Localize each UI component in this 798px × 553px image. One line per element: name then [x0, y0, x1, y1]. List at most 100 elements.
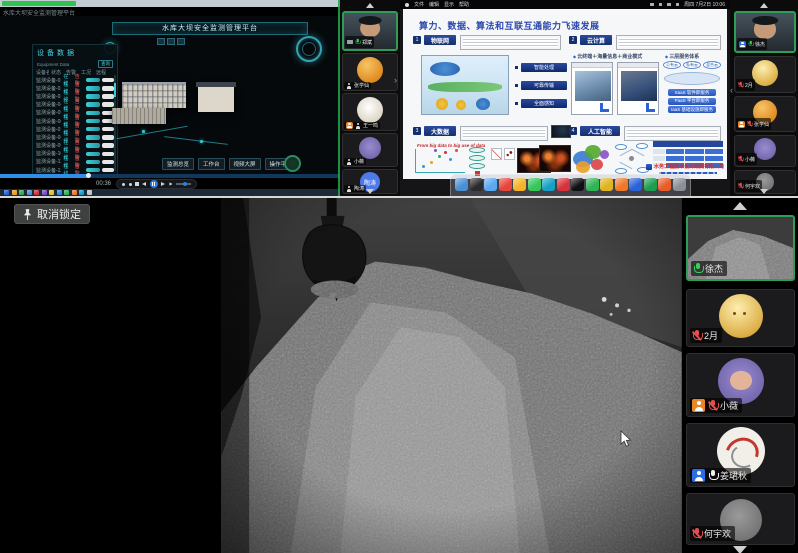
- participant-tile[interactable]: 何宇欢: [686, 493, 795, 545]
- participant-name: 2月: [745, 82, 753, 89]
- mini-button[interactable]: [167, 38, 175, 45]
- dock-app-icon[interactable]: [629, 178, 642, 191]
- scroll-up-icon[interactable]: [733, 202, 747, 210]
- mid-participant-sidebar: 郑斌 张学仙 王一鸣: [340, 0, 400, 196]
- dock-app-icon[interactable]: [513, 178, 526, 191]
- participant-tile[interactable]: 张学仙: [734, 96, 796, 132]
- main-speaker-video[interactable]: [221, 198, 682, 553]
- menu-item[interactable]: 帮助: [459, 1, 469, 8]
- video-seek-bar[interactable]: [0, 174, 340, 178]
- toggle-off[interactable]: [102, 152, 114, 157]
- dashboard-toolbar-button[interactable]: 监测总览: [162, 158, 194, 170]
- taskbar-app-icon[interactable]: [42, 190, 47, 195]
- dashboard-mini-buttons[interactable]: [157, 38, 185, 45]
- dock-app-icon[interactable]: [658, 178, 671, 191]
- scroll-down-icon[interactable]: [733, 546, 747, 553]
- participant-tile[interactable]: 小薇: [734, 135, 796, 167]
- toggle-on[interactable]: [86, 152, 100, 157]
- menu-item[interactable]: 显示: [444, 1, 454, 8]
- unpin-button[interactable]: 取消锁定: [14, 204, 90, 224]
- taskbar-app-icon[interactable]: [87, 190, 92, 195]
- toggle-on[interactable]: [86, 119, 100, 124]
- toggle-on[interactable]: [86, 127, 100, 132]
- dock-app-icon[interactable]: [499, 178, 512, 191]
- dock-app-icon[interactable]: [586, 178, 599, 191]
- left-shared-screen[interactable]: 水库大坝安全监测管理平台 水库大坝安全监测管理平台 设备数据 Equipment…: [0, 0, 340, 196]
- filter-button[interactable]: 查询: [98, 60, 113, 68]
- mini-button[interactable]: [157, 38, 165, 45]
- expand-chevron-icon[interactable]: ›: [394, 76, 397, 85]
- volume-slider[interactable]: [176, 183, 191, 185]
- toggle-on[interactable]: [86, 160, 100, 165]
- dock-app-icon[interactable]: [571, 178, 584, 191]
- scroll-up-icon[interactable]: [366, 3, 374, 8]
- menu-item[interactable]: 文件: [414, 1, 424, 8]
- taskbar-app-icon[interactable]: [27, 190, 32, 195]
- scroll-down-icon[interactable]: [366, 189, 374, 194]
- dock-app-icon[interactable]: [542, 178, 555, 191]
- menu-item[interactable]: 编辑: [429, 1, 439, 8]
- participant-tile[interactable]: 姜珺秋: [686, 423, 795, 487]
- toggle-on[interactable]: [86, 102, 100, 107]
- participant-tile[interactable]: 郑斌: [342, 11, 398, 51]
- speaker-control-icon[interactable]: [129, 183, 132, 186]
- participant-tile[interactable]: 徐杰: [686, 215, 795, 281]
- toggle-on[interactable]: [86, 78, 100, 83]
- taskbar-app-icon[interactable]: [72, 190, 77, 195]
- device-table-row[interactable]: 监测设备-12 在线 告警: [33, 166, 117, 174]
- apple-icon[interactable]: [405, 3, 409, 7]
- column-header: 远程: [96, 69, 109, 76]
- participant-tile[interactable]: 王一鸣: [342, 93, 398, 131]
- participant-tile[interactable]: 2月: [734, 56, 796, 93]
- taskbar-app-icon[interactable]: [49, 190, 54, 195]
- stop-icon[interactable]: [135, 182, 139, 186]
- taskbar-app-icon[interactable]: [79, 190, 84, 195]
- scroll-up-icon[interactable]: [760, 3, 768, 8]
- dock-app-icon[interactable]: [673, 178, 686, 191]
- paragraph-text-block: [460, 35, 561, 50]
- pause-icon[interactable]: [150, 180, 158, 188]
- device-name: 监测设备-09: [36, 142, 61, 149]
- participant-tile[interactable]: 徐杰: [734, 11, 796, 53]
- toggle-on[interactable]: [86, 143, 100, 148]
- taskbar-app-icon[interactable]: [34, 190, 39, 195]
- participant-tile[interactable]: 小薇: [686, 353, 795, 417]
- dock-app-icon[interactable]: [557, 178, 570, 191]
- mic-control-icon[interactable]: [122, 183, 125, 186]
- scroll-down-icon[interactable]: [760, 189, 768, 194]
- cloud-stack-bar: PaaS 平台即服务: [668, 98, 716, 105]
- next-icon[interactable]: [161, 182, 165, 186]
- toggle-on[interactable]: [86, 168, 100, 173]
- toggle-on[interactable]: [86, 86, 100, 91]
- seek-handle[interactable]: [86, 173, 91, 178]
- toggle-off[interactable]: [102, 168, 114, 173]
- taskbar-app-icon[interactable]: [64, 190, 69, 195]
- taskbar-app-icon[interactable]: [12, 190, 17, 195]
- collapse-chevron-icon[interactable]: ‹: [730, 86, 733, 95]
- dock-app-icon[interactable]: [455, 178, 468, 191]
- toggle-off[interactable]: [102, 160, 114, 165]
- taskbar-app-icon[interactable]: [57, 190, 62, 195]
- taskbar-app-icon[interactable]: [19, 190, 24, 195]
- section-number: 2: [569, 36, 577, 44]
- avatar: [754, 138, 776, 160]
- dashboard-toolbar-button[interactable]: 工作台: [198, 158, 225, 170]
- taskbar-app-icon[interactable]: [4, 190, 9, 195]
- dock-app-icon[interactable]: [615, 178, 628, 191]
- previous-icon[interactable]: [142, 182, 146, 186]
- toggle-on[interactable]: [86, 111, 100, 116]
- participant-tile[interactable]: 小薇: [342, 133, 398, 167]
- dock-app-icon[interactable]: [528, 178, 541, 191]
- toggle-on[interactable]: [86, 94, 100, 99]
- step-forward-icon[interactable]: [169, 182, 172, 185]
- dashboard-toolbar-button[interactable]: 视频大屏: [229, 158, 261, 170]
- dock-app-icon[interactable]: [470, 178, 483, 191]
- mini-button[interactable]: [177, 38, 185, 45]
- participant-tile[interactable]: 张学仙: [342, 53, 398, 91]
- toggle-on[interactable]: [86, 135, 100, 140]
- dock-app-icon[interactable]: [600, 178, 613, 191]
- dock-app-icon[interactable]: [484, 178, 497, 191]
- participant-tile[interactable]: 2月: [686, 289, 795, 347]
- dock-app-icon[interactable]: [644, 178, 657, 191]
- right-shared-screen[interactable]: 文件编辑显示帮助 周四 7月2日 10:06 算力、数据、算法和互联互通能力飞速…: [400, 0, 730, 196]
